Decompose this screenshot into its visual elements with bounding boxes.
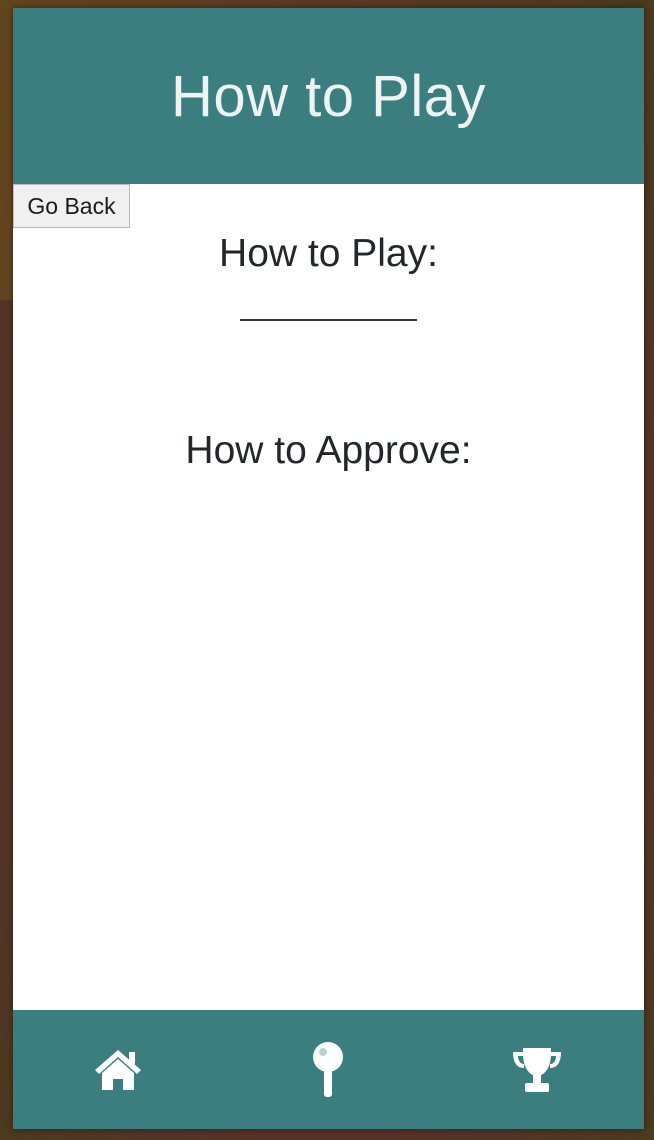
how-to-play-heading: How to Play: (219, 232, 438, 275)
section-divider (240, 319, 417, 321)
nav-map-button[interactable] (273, 1010, 383, 1129)
bottom-nav (13, 1010, 644, 1129)
map-pin-icon (310, 1041, 346, 1099)
how-to-approve-heading: How to Approve: (185, 429, 472, 472)
app-frame: How to Play Go Back How to Play: How to … (13, 8, 644, 1129)
go-back-button[interactable]: Go Back (13, 184, 130, 228)
home-icon (93, 1048, 143, 1092)
page-title: How to Play (171, 63, 486, 129)
nav-home-button[interactable] (63, 1010, 173, 1129)
nav-leaderboard-button[interactable] (482, 1010, 592, 1129)
trophy-icon (510, 1046, 564, 1094)
page-header: How to Play (13, 8, 644, 184)
